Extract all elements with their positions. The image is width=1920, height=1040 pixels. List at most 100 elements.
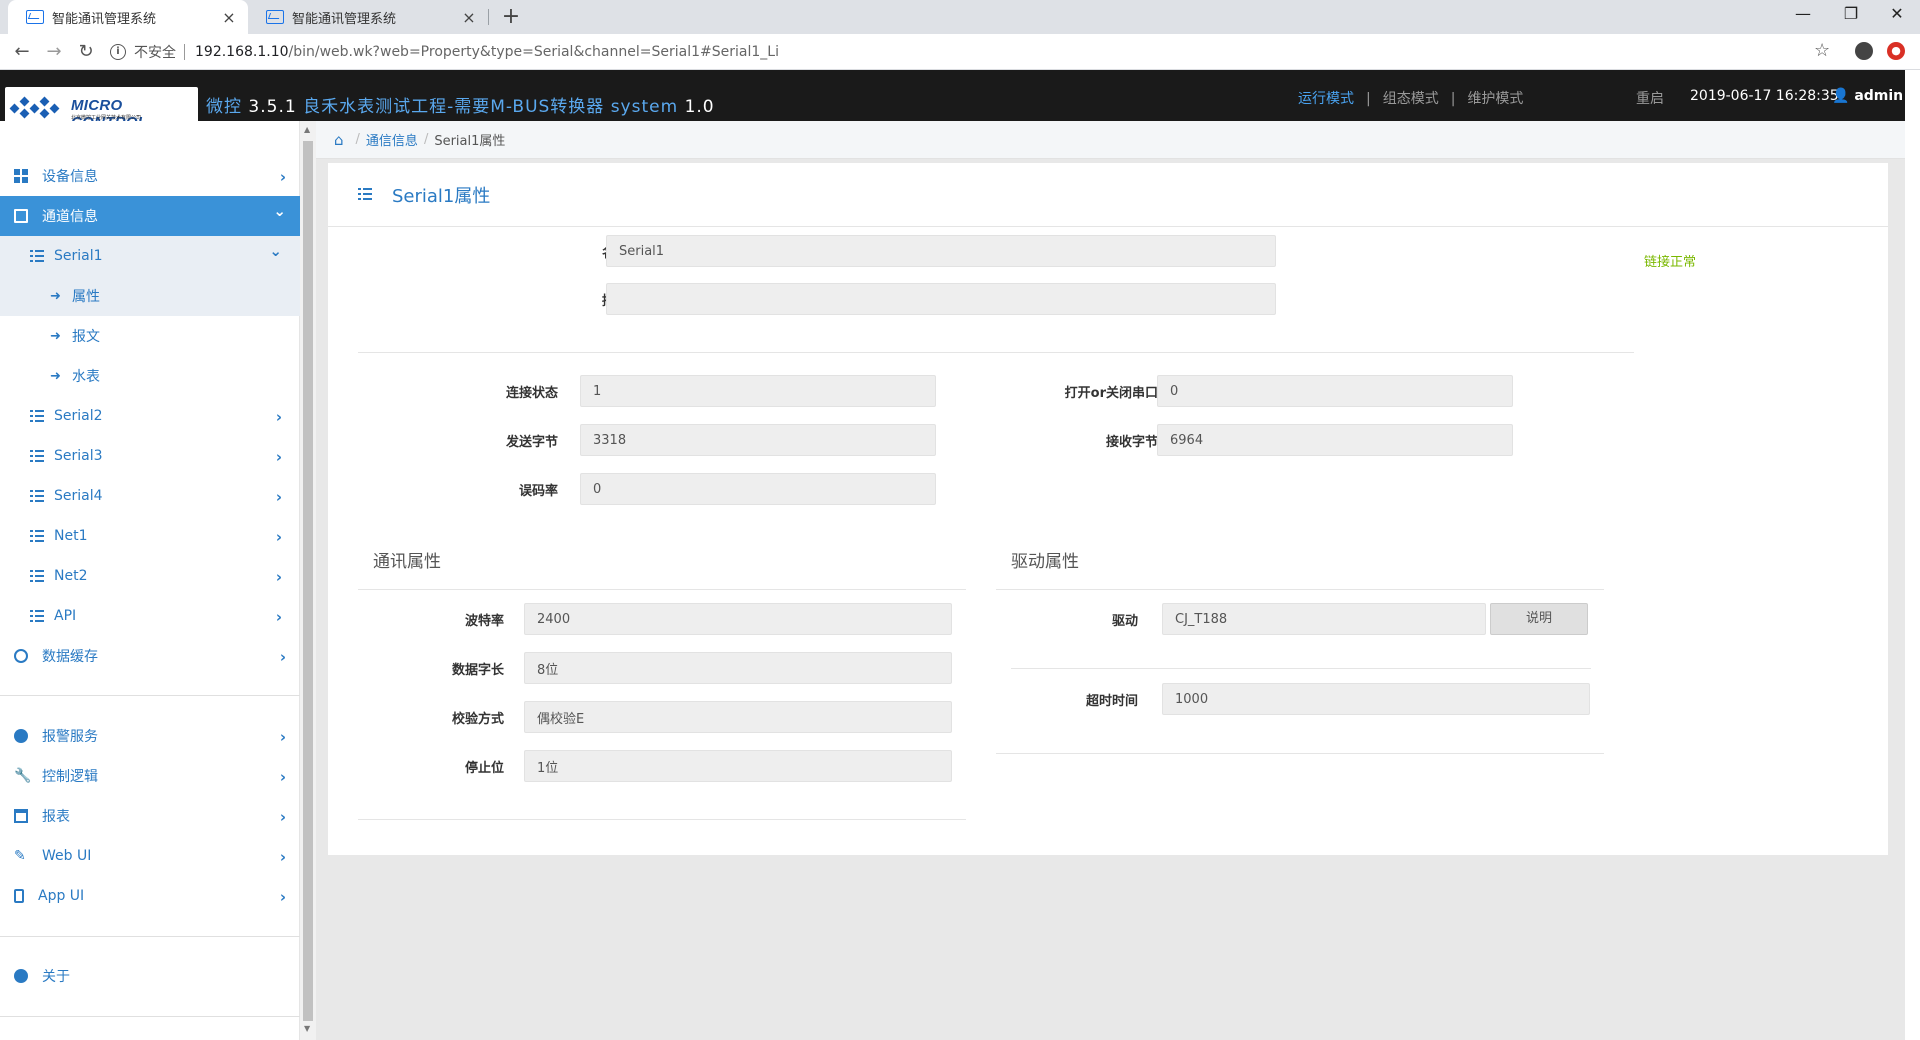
sidebar-item-label: 数据缓存: [42, 649, 98, 665]
scrollbar-thumb[interactable]: [303, 141, 313, 1021]
sidebar-item-device-info[interactable]: 设备信息 ›: [0, 156, 300, 196]
company-logo: MICRO CONTROL 北京微控工业网关技术有限公司: [5, 87, 198, 131]
sidebar: 设备信息 › 通道信息 ⌄ Serial1 ⌄ ➜ 属性 ➜ 报文 ➜ 水表 S…: [0, 121, 300, 1040]
conn-state-field[interactable]: [580, 375, 936, 407]
chevron-right-icon: ›: [279, 808, 286, 826]
maximize-button[interactable]: ❐: [1828, 4, 1874, 23]
tab-separator: [488, 9, 489, 25]
sidebar-item-reports[interactable]: 报表 ›: [0, 796, 300, 836]
sidebar-item-channel-info[interactable]: 通道信息 ⌄: [0, 196, 300, 236]
mobile-icon: [14, 889, 24, 903]
sidebar-item-app-ui[interactable]: App UI ›: [0, 876, 300, 916]
sidebar-scrollbar[interactable]: ▲ ▼: [300, 121, 316, 1040]
extension-icon[interactable]: ●: [1887, 42, 1905, 60]
tab-title: 智能通讯管理系统: [292, 11, 397, 27]
tab-close-icon[interactable]: ×: [220, 8, 238, 27]
sidebar-item-label: Serial4: [54, 488, 103, 504]
breadcrumb-link[interactable]: 通信信息: [366, 130, 418, 149]
home-icon[interactable]: ⌂: [334, 131, 344, 149]
data-bits-field[interactable]: [524, 652, 952, 684]
chevron-right-icon: ›: [279, 728, 286, 746]
recv-bytes-field[interactable]: [1157, 424, 1513, 456]
name-field[interactable]: [606, 235, 1276, 267]
minimize-button[interactable]: —: [1780, 4, 1826, 23]
timeout-field[interactable]: [1162, 683, 1590, 715]
mode-config[interactable]: 组态模式: [1383, 91, 1439, 107]
sidebar-item-serial1[interactable]: Serial1 ⌄: [0, 236, 300, 276]
close-window-button[interactable]: ✕: [1874, 4, 1920, 23]
sidebar-item-control-logic[interactable]: 🔧 控制逻辑 ›: [0, 756, 300, 796]
sidebar-item-serial1-messages[interactable]: ➜ 报文: [0, 316, 300, 356]
chevron-right-icon: ›: [279, 848, 286, 866]
list-icon: [30, 529, 44, 543]
tab-close-icon[interactable]: ×: [460, 8, 478, 27]
chevron-right-icon: ›: [275, 528, 282, 546]
baud-label: 波特率: [464, 614, 504, 629]
restart-button[interactable]: 重启: [1636, 88, 1664, 108]
sidebar-item-label: 属性: [72, 289, 100, 305]
info-icon[interactable]: i: [110, 44, 126, 60]
browser-tab-2[interactable]: 智能通讯管理系统 ×: [248, 0, 488, 34]
list-icon: [30, 409, 44, 423]
sidebar-item-serial1-watermeter[interactable]: ➜ 水表: [0, 356, 300, 396]
sidebar-item-label: App UI: [38, 888, 85, 904]
port-open-field[interactable]: [1157, 375, 1513, 407]
chevron-right-icon: ›: [275, 408, 282, 426]
driver-explain-button[interactable]: 说明: [1490, 603, 1588, 635]
tab-title: 智能通讯管理系统: [52, 11, 157, 27]
sidebar-item-serial2[interactable]: Serial2 ›: [0, 396, 300, 436]
bookmark-star-icon[interactable]: ☆: [1814, 40, 1830, 61]
sidebar-item-label: Serial1: [54, 248, 103, 264]
breadcrumb-separator: /: [355, 132, 360, 147]
app-header: MICRO CONTROL 北京微控工业网关技术有限公司 微控 3.5.1 良禾…: [0, 70, 1905, 131]
clock-icon: [14, 649, 28, 663]
sidebar-item-serial4[interactable]: Serial4 ›: [0, 476, 300, 516]
sidebar-item-serial3[interactable]: Serial3 ›: [0, 436, 300, 476]
sidebar-item-api[interactable]: API ›: [0, 596, 300, 636]
parity-field[interactable]: [524, 701, 952, 733]
sidebar-item-net2[interactable]: Net2 ›: [0, 556, 300, 596]
calendar-icon: [14, 809, 28, 823]
driver-field[interactable]: [1162, 603, 1486, 635]
sidebar-item-label: Net2: [54, 568, 88, 584]
url-path: /bin/web.wk?web=Property&type=Serial&cha…: [288, 44, 779, 60]
sent-bytes-field[interactable]: [580, 424, 936, 456]
sidebar-item-label: Web UI: [42, 848, 92, 864]
user-menu[interactable]: 👤 admin: [1832, 88, 1903, 104]
mode-run[interactable]: 运行模式: [1298, 91, 1354, 107]
sent-bytes-label: 发送字节: [505, 435, 558, 450]
list-icon: [30, 249, 44, 263]
app-title: 微控 3.5.1 良禾水表测试工程-需要M-BUS转换器 system 1.0: [206, 92, 715, 117]
reload-button[interactable]: ↻: [74, 41, 98, 63]
arrow-right-icon: ➜: [50, 289, 61, 304]
sidebar-item-web-ui[interactable]: ✎ Web UI ›: [0, 836, 300, 876]
chevron-right-icon: ›: [275, 488, 282, 506]
sidebar-item-serial1-property[interactable]: ➜ 属性: [0, 276, 300, 316]
sidebar-item-label: Serial3: [54, 448, 103, 464]
sidebar-item-net1[interactable]: Net1 ›: [0, 516, 300, 556]
scroll-down-icon[interactable]: ▼: [304, 1024, 310, 1033]
account-icon[interactable]: [1855, 42, 1873, 60]
sidebar-divider: [0, 695, 300, 696]
list-icon: [30, 609, 44, 623]
desc-field[interactable]: [606, 283, 1276, 315]
forward-button[interactable]: →: [42, 41, 66, 63]
info-icon: [14, 969, 28, 983]
mode-maintenance[interactable]: 维护模式: [1467, 91, 1523, 107]
wrench-icon: 🔧: [14, 768, 32, 784]
address-bar[interactable]: i 不安全 192.168.1.10 /bin/web.wk?web=Prope…: [110, 39, 1830, 65]
chevron-right-icon: ›: [279, 648, 286, 666]
mode-separator: |: [1450, 91, 1456, 107]
sidebar-item-alarm-service[interactable]: 报警服务 ›: [0, 716, 300, 756]
timeout-label: 超时时间: [1085, 694, 1138, 709]
page-title: Serial1属性: [392, 185, 491, 207]
sidebar-item-about[interactable]: 关于: [0, 956, 300, 996]
sidebar-item-data-cache[interactable]: 数据缓存 ›: [0, 636, 300, 676]
back-button[interactable]: ←: [10, 41, 34, 63]
error-rate-field[interactable]: [580, 473, 936, 505]
scroll-up-icon[interactable]: ▲: [304, 125, 310, 134]
browser-tab-1[interactable]: 智能通讯管理系统 ×: [8, 0, 248, 34]
baud-field[interactable]: [524, 603, 952, 635]
stop-bits-field[interactable]: [524, 750, 952, 782]
new-tab-button[interactable]: +: [498, 4, 524, 29]
